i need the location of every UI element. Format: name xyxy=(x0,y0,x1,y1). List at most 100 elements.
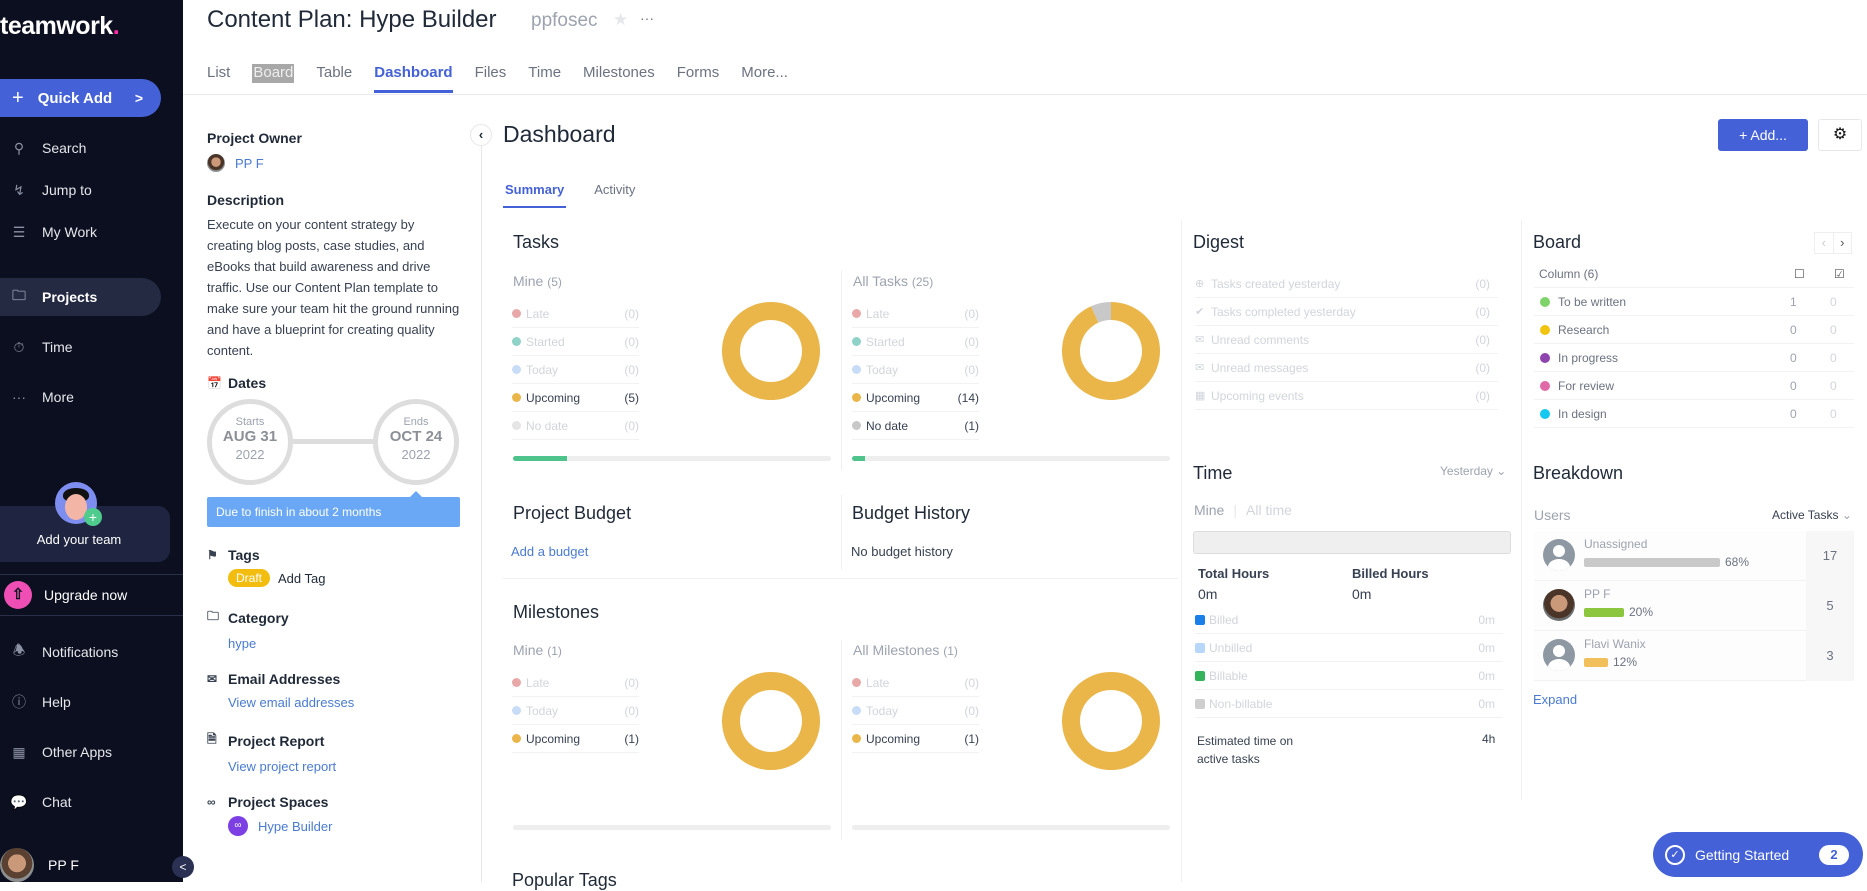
legend-row[interactable]: Started (0) xyxy=(852,328,979,356)
legend-row[interactable]: Late (0) xyxy=(512,669,639,697)
legend-row[interactable]: Upcoming (5) xyxy=(512,384,639,412)
donut-slice-upcoming[interactable] xyxy=(721,302,820,400)
view-email-addresses-link[interactable]: View email addresses xyxy=(207,695,462,710)
digest-row[interactable]: ▦ Upcoming events (0) xyxy=(1195,382,1498,410)
more-options-button[interactable]: ··· xyxy=(640,10,654,26)
chevron-left-icon[interactable]: ‹ xyxy=(1815,233,1834,253)
getting-started-label: Getting Started xyxy=(1695,846,1790,863)
sidebar-item-chat[interactable]: 💬 Chat xyxy=(0,783,161,821)
user-percent-bar xyxy=(1584,608,1624,617)
sidebar-item-projects[interactable]: 🗀 Projects xyxy=(0,278,161,316)
digest-row[interactable]: ✉ Unread comments (0) xyxy=(1195,326,1498,354)
legend-row[interactable]: Started (0) xyxy=(512,328,639,356)
legend-row[interactable]: Today (0) xyxy=(852,697,979,725)
legend-row[interactable]: Late (0) xyxy=(852,300,979,328)
legend-row[interactable]: Today (0) xyxy=(852,356,979,384)
digest-row[interactable]: ⊕ Tasks created yesterday (0) xyxy=(1195,270,1498,298)
tag-draft[interactable]: Draft xyxy=(228,569,271,587)
sidebar-item-other-apps[interactable]: ▦ Other Apps xyxy=(0,733,161,771)
metric-dropdown[interactable]: Active Tasks ⌄ xyxy=(1772,508,1852,522)
sidebar-item-time[interactable]: ⏱ Time xyxy=(0,328,161,366)
tasks-mine-label: Mine (5) xyxy=(513,273,562,289)
category-link[interactable]: hype xyxy=(207,636,462,651)
legend-row[interactable]: Late (0) xyxy=(852,669,979,697)
project-space-link[interactable]: ∞ Hype Builder xyxy=(207,816,462,836)
upgrade-arrow-icon: ⇧ xyxy=(4,581,32,609)
add-team-label[interactable]: Add your team xyxy=(0,532,158,547)
owner-name[interactable]: PP F xyxy=(235,156,264,171)
settings-button[interactable]: ⚙ xyxy=(1818,119,1862,151)
status-dot xyxy=(512,678,521,687)
user-row[interactable]: Flavi Wanix 12% 3 xyxy=(1534,631,1854,681)
status-dot xyxy=(852,678,861,687)
tab-time-mine[interactable]: Mine xyxy=(1194,502,1224,518)
company-name[interactable]: ppfosec xyxy=(531,10,598,32)
sidebar-item-more[interactable]: ··· More xyxy=(0,378,161,416)
tab-board[interactable]: Board xyxy=(252,64,295,83)
time-period-dropdown[interactable]: Yesterday ⌄ xyxy=(1440,464,1506,478)
sidebar-item-help[interactable]: ⓘ Help xyxy=(0,683,161,721)
user-profile[interactable]: PP F xyxy=(0,848,79,882)
star-icon[interactable]: ★ xyxy=(613,10,628,30)
tab-dashboard[interactable]: Dashboard xyxy=(374,64,453,93)
tab-activity[interactable]: Activity xyxy=(592,182,637,208)
legend-row[interactable]: Upcoming (1) xyxy=(852,725,979,753)
board-column-row[interactable]: In progress 0 0 xyxy=(1534,344,1854,372)
tab-time-all[interactable]: All time xyxy=(1246,502,1292,518)
add-button[interactable]: + Add... xyxy=(1718,119,1808,151)
project-owner[interactable]: PP F xyxy=(207,154,462,172)
due-message: Due to finish in about 2 months xyxy=(207,491,460,527)
donut-slice-upcoming[interactable] xyxy=(1061,672,1160,770)
checklist-icon: ☰ xyxy=(12,223,26,240)
donut-slice-upcoming[interactable] xyxy=(721,672,820,770)
digest-row[interactable]: ✉ Unread messages (0) xyxy=(1195,354,1498,382)
legend-row[interactable]: Upcoming (14) xyxy=(852,384,979,412)
legend-row[interactable]: Today (0) xyxy=(512,356,639,384)
sidebar-item-search[interactable]: ⚲ Search xyxy=(0,129,161,167)
board-column-row[interactable]: Research 0 0 xyxy=(1534,316,1854,344)
user-row[interactable]: PP F 20% 5 xyxy=(1534,581,1854,631)
tab-table[interactable]: Table xyxy=(316,64,352,93)
tab-files[interactable]: Files xyxy=(475,64,507,93)
user-row[interactable]: Unassigned 68% 17 xyxy=(1534,531,1854,581)
column-name: In progress xyxy=(1558,350,1619,365)
divider xyxy=(0,574,183,575)
tab-list[interactable]: List xyxy=(207,64,230,93)
sidebar-item-jump-to[interactable]: ↯ Jump to xyxy=(0,171,161,209)
collapse-panel-button[interactable]: ‹ xyxy=(470,124,492,146)
panel-divider xyxy=(481,140,482,882)
tab-more[interactable]: More... xyxy=(741,64,788,93)
expand-link[interactable]: Expand xyxy=(1533,692,1577,707)
sidebar-item-notifications[interactable]: 🕭 Notifications xyxy=(0,633,161,671)
teamwork-logo[interactable]: teamwork. xyxy=(0,12,120,41)
legend-label: Upcoming xyxy=(866,390,921,405)
tab-time[interactable]: Time xyxy=(528,64,561,93)
add-budget-link[interactable]: Add a budget xyxy=(511,544,588,559)
legend-row[interactable]: Upcoming (1) xyxy=(512,725,639,753)
start-date[interactable]: Starts AUG 31 2022 xyxy=(207,399,293,485)
legend-row[interactable]: No date (1) xyxy=(852,412,979,440)
add-tag-button[interactable]: Add Tag xyxy=(278,571,325,586)
chevron-right-icon[interactable]: › xyxy=(1834,233,1852,253)
board-column-row[interactable]: To be written 1 0 xyxy=(1534,288,1854,316)
collapse-sidebar-button[interactable]: < xyxy=(172,856,194,878)
color-swatch xyxy=(1195,614,1205,625)
legend-row[interactable]: No date (0) xyxy=(512,412,639,440)
end-date[interactable]: Ends OCT 24 2022 xyxy=(373,399,459,485)
getting-started-button[interactable]: ✓ Getting Started 2 xyxy=(1653,832,1863,877)
digest-row[interactable]: ✔ Tasks completed yesterday (0) xyxy=(1195,298,1498,326)
board-column-row[interactable]: In design 0 0 xyxy=(1534,400,1854,428)
tab-summary[interactable]: Summary xyxy=(503,182,567,208)
upgrade-button[interactable]: ⇧ Upgrade now xyxy=(4,581,127,609)
tab-forms[interactable]: Forms xyxy=(677,64,720,93)
sidebar-item-my-work[interactable]: ☰ My Work xyxy=(0,213,161,251)
column-name: For review xyxy=(1558,378,1615,393)
legend-row[interactable]: Late (0) xyxy=(512,300,639,328)
board-column-row[interactable]: For review 0 0 xyxy=(1534,372,1854,400)
open-count: 1 xyxy=(1790,294,1797,309)
legend-row[interactable]: Today (0) xyxy=(512,697,639,725)
tab-milestones[interactable]: Milestones xyxy=(583,64,655,93)
view-project-report-link[interactable]: View project report xyxy=(207,759,462,774)
quick-add-button[interactable]: + Quick Add > xyxy=(0,79,161,117)
legend-label: Today xyxy=(866,362,899,377)
